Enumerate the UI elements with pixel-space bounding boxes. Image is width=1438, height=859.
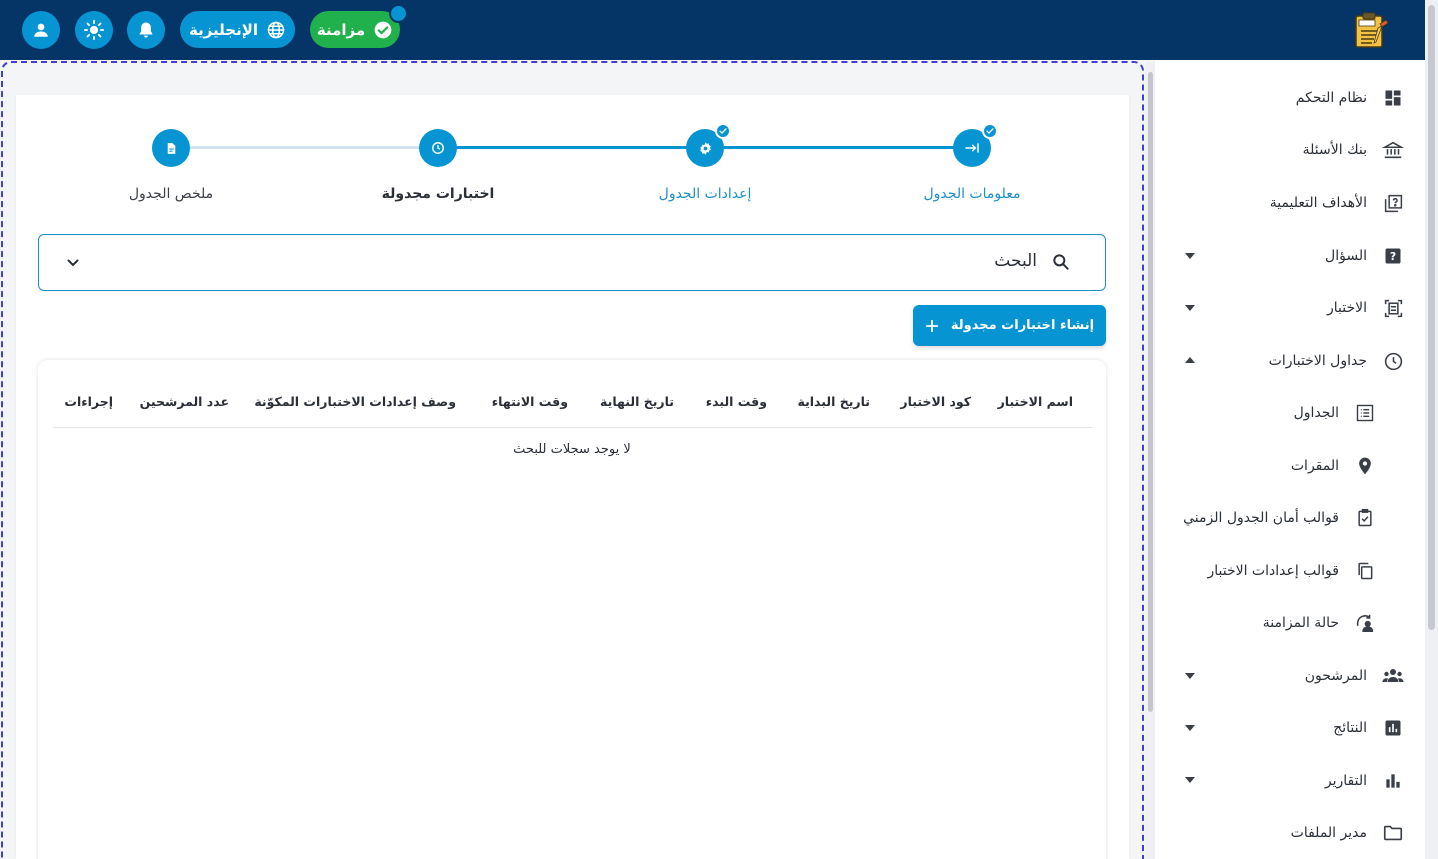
sidebar-item-candidates[interactable]: المرشحون (1305, 656, 1405, 696)
main-scrollbar[interactable] (1146, 62, 1155, 859)
document-scan-icon (1381, 296, 1405, 320)
svg-text:?: ? (1390, 250, 1396, 263)
globe-icon (267, 21, 285, 38)
sidebar-item-results[interactable]: النتائج (1333, 708, 1405, 748)
sidebar-item-exam-settings-templates[interactable]: قوالب إعدادات الاختبار (1207, 551, 1377, 591)
sync-person-icon (1353, 611, 1377, 635)
sidebar-item-label: جداول الاختبارات (1268, 353, 1367, 369)
sidebar-item-schedules[interactable]: الجداول (1294, 393, 1377, 433)
caret-down-icon[interactable] (1185, 673, 1195, 679)
top-app-bar: الإنجليزية مزامنة (0, 0, 1425, 60)
bar-chart-box-icon (1381, 716, 1405, 740)
sync-label: مزامنة (316, 20, 366, 39)
caret-down-icon[interactable] (1185, 305, 1195, 311)
language-label: الإنجليزية (188, 20, 259, 39)
quiz-icon (1381, 191, 1405, 215)
list-alt-icon (1353, 401, 1377, 425)
people-icon (1381, 664, 1405, 688)
sidebar-item-label: الجداول (1293, 405, 1339, 421)
sidebar-item-exam[interactable]: الاختبار (1327, 288, 1405, 328)
sidebar-item-question-bank[interactable]: بنك الأسئلة (1303, 130, 1405, 170)
user-icon (34, 23, 48, 37)
bar-chart-icon (1381, 769, 1405, 793)
main-scrollbar-thumb[interactable] (1148, 72, 1153, 712)
sidebar-item-label: الاختبار (1326, 300, 1367, 316)
sidebar-item-label: النتائج (1333, 720, 1367, 736)
caret-up-icon[interactable] (1185, 357, 1195, 363)
sidebar-item-label: قوالب إعدادات الاختبار (1207, 563, 1339, 579)
brightness-icon (83, 19, 105, 41)
sidebar-item-label: قوالب أمان الجدول الزمني (1183, 510, 1339, 526)
bell-icon (139, 22, 153, 38)
sidebar-item-label: نظام التحكم (1295, 90, 1367, 106)
sidebar-item-label: مدير الملفات (1290, 825, 1367, 841)
caret-down-icon[interactable] (1185, 777, 1195, 783)
folder-icon (1381, 821, 1405, 845)
sync-button[interactable]: مزامنة (310, 11, 400, 48)
sync-status-dot (389, 4, 408, 23)
theme-toggle-button[interactable] (75, 11, 113, 49)
location-pin-icon (1353, 454, 1377, 478)
sidebar-item-label: المرشحون (1304, 668, 1367, 684)
caret-down-icon[interactable] (1185, 725, 1195, 731)
sidebar-item-label: التقارير (1324, 773, 1367, 789)
copy-icon (1353, 559, 1377, 583)
sidebar-item-file-manager[interactable]: مدير الملفات (1291, 813, 1405, 853)
bank-icon (1381, 138, 1405, 162)
check-circle-icon (374, 21, 392, 38)
sidebar-item-label: حالة المزامنة (1262, 615, 1339, 631)
sidebar-item-question[interactable]: ? السؤال (1325, 236, 1405, 276)
sidebar-item-learning-objectives[interactable]: الأهداف التعليمية (1270, 183, 1405, 223)
caret-down-icon[interactable] (1185, 253, 1195, 259)
sidebar-item-label: المقرات (1290, 458, 1339, 474)
sidebar-item-venues[interactable]: المقرات (1291, 446, 1377, 486)
sidebar-item-dashboard[interactable]: نظام التحكم (1296, 78, 1405, 118)
language-switch-button[interactable]: الإنجليزية (180, 11, 295, 48)
profile-button[interactable] (22, 11, 60, 49)
page-scrollbar-thumb[interactable] (1428, 5, 1435, 630)
sidebar-item-label: الأهداف التعليمية (1269, 195, 1367, 211)
page-scrollbar[interactable] (1425, 0, 1438, 859)
sidebar-item-label: بنك الأسئلة (1302, 142, 1367, 158)
question-icon: ? (1381, 244, 1405, 268)
dashboard-icon (1381, 86, 1405, 110)
main-content-focus-frame (1, 61, 1144, 859)
sidebar-item-exam-schedules[interactable]: جداول الاختبارات (1269, 341, 1405, 381)
sidebar: نظام التحكم بنك الأسئلة الأهداف التعليمي… (1155, 60, 1425, 859)
sidebar-item-sync-status[interactable]: حالة المزامنة (1263, 603, 1377, 643)
notifications-button[interactable] (127, 11, 165, 49)
exam-logo-icon (1355, 12, 1389, 48)
sidebar-item-schedule-security-templates[interactable]: قوالب أمان الجدول الزمني (1183, 498, 1377, 538)
clock-icon (1381, 349, 1405, 373)
sidebar-item-reports[interactable]: التقارير (1325, 761, 1405, 801)
sidebar-item-label: السؤال (1325, 248, 1367, 264)
clipboard-check-icon (1353, 506, 1377, 530)
